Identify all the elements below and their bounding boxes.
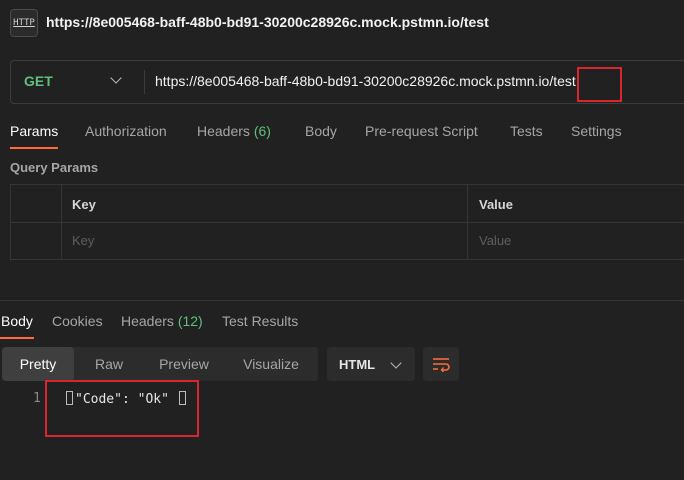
line-number: 1 bbox=[33, 391, 41, 406]
headers-count: (6) bbox=[253, 123, 271, 139]
http-icon: HTTP bbox=[10, 9, 38, 37]
format-toggle-group: Pretty Raw Preview Visualize bbox=[2, 347, 318, 381]
tab-headers-label: Headers bbox=[197, 123, 250, 139]
language-select[interactable]: HTML bbox=[327, 347, 415, 381]
preview-button[interactable]: Preview bbox=[144, 347, 224, 381]
value-input[interactable]: Value bbox=[479, 233, 511, 248]
tab-response-body[interactable]: Body bbox=[1, 313, 33, 329]
tab-pre-request-script[interactable]: Pre-request Script bbox=[365, 123, 478, 139]
wrap-lines-button[interactable] bbox=[423, 347, 459, 381]
tab-tests[interactable]: Tests bbox=[510, 123, 543, 139]
method-select[interactable]: GET bbox=[24, 73, 53, 89]
query-params-title: Query Params bbox=[10, 160, 99, 175]
column-header-key: Key bbox=[72, 197, 96, 212]
response-headers-count: (12) bbox=[177, 313, 203, 329]
table-border bbox=[10, 184, 11, 260]
tab-test-results[interactable]: Test Results bbox=[222, 313, 298, 329]
visualize-button[interactable]: Visualize bbox=[224, 347, 318, 381]
divider bbox=[144, 70, 145, 94]
wrap-lines-icon bbox=[433, 358, 450, 372]
url-input[interactable]: https://8e005468-baff-48b0-bd91-30200c28… bbox=[155, 73, 576, 89]
tab-body[interactable]: Body bbox=[305, 123, 337, 139]
table-border bbox=[10, 184, 684, 185]
pretty-button[interactable]: Pretty bbox=[2, 347, 74, 381]
highlight-box-url-path bbox=[577, 67, 622, 102]
tab-response-headers[interactable]: Headers (12) bbox=[121, 313, 203, 329]
column-header-value: Value bbox=[479, 197, 513, 212]
tab-headers[interactable]: Headers (6) bbox=[197, 123, 271, 139]
tab-response-headers-label: Headers bbox=[121, 313, 174, 329]
active-tab-indicator bbox=[10, 147, 58, 149]
pane-divider[interactable] bbox=[0, 300, 684, 301]
tab-authorization[interactable]: Authorization bbox=[85, 123, 167, 139]
table-border bbox=[467, 184, 468, 260]
tab-params[interactable]: Params bbox=[10, 123, 58, 139]
highlight-box-response bbox=[45, 380, 199, 437]
table-border bbox=[61, 184, 62, 260]
key-input[interactable]: Key bbox=[72, 233, 94, 248]
request-title: https://8e005468-baff-48b0-bd91-30200c28… bbox=[46, 14, 489, 30]
tab-settings[interactable]: Settings bbox=[571, 123, 622, 139]
url-base: https://8e005468-baff-48b0-bd91-30200c28… bbox=[155, 73, 550, 89]
tab-cookies[interactable]: Cookies bbox=[52, 313, 103, 329]
raw-button[interactable]: Raw bbox=[74, 347, 144, 381]
url-path: /test bbox=[549, 73, 576, 89]
table-border bbox=[10, 259, 684, 260]
active-response-tab-indicator bbox=[0, 337, 34, 339]
table-border bbox=[10, 222, 684, 223]
